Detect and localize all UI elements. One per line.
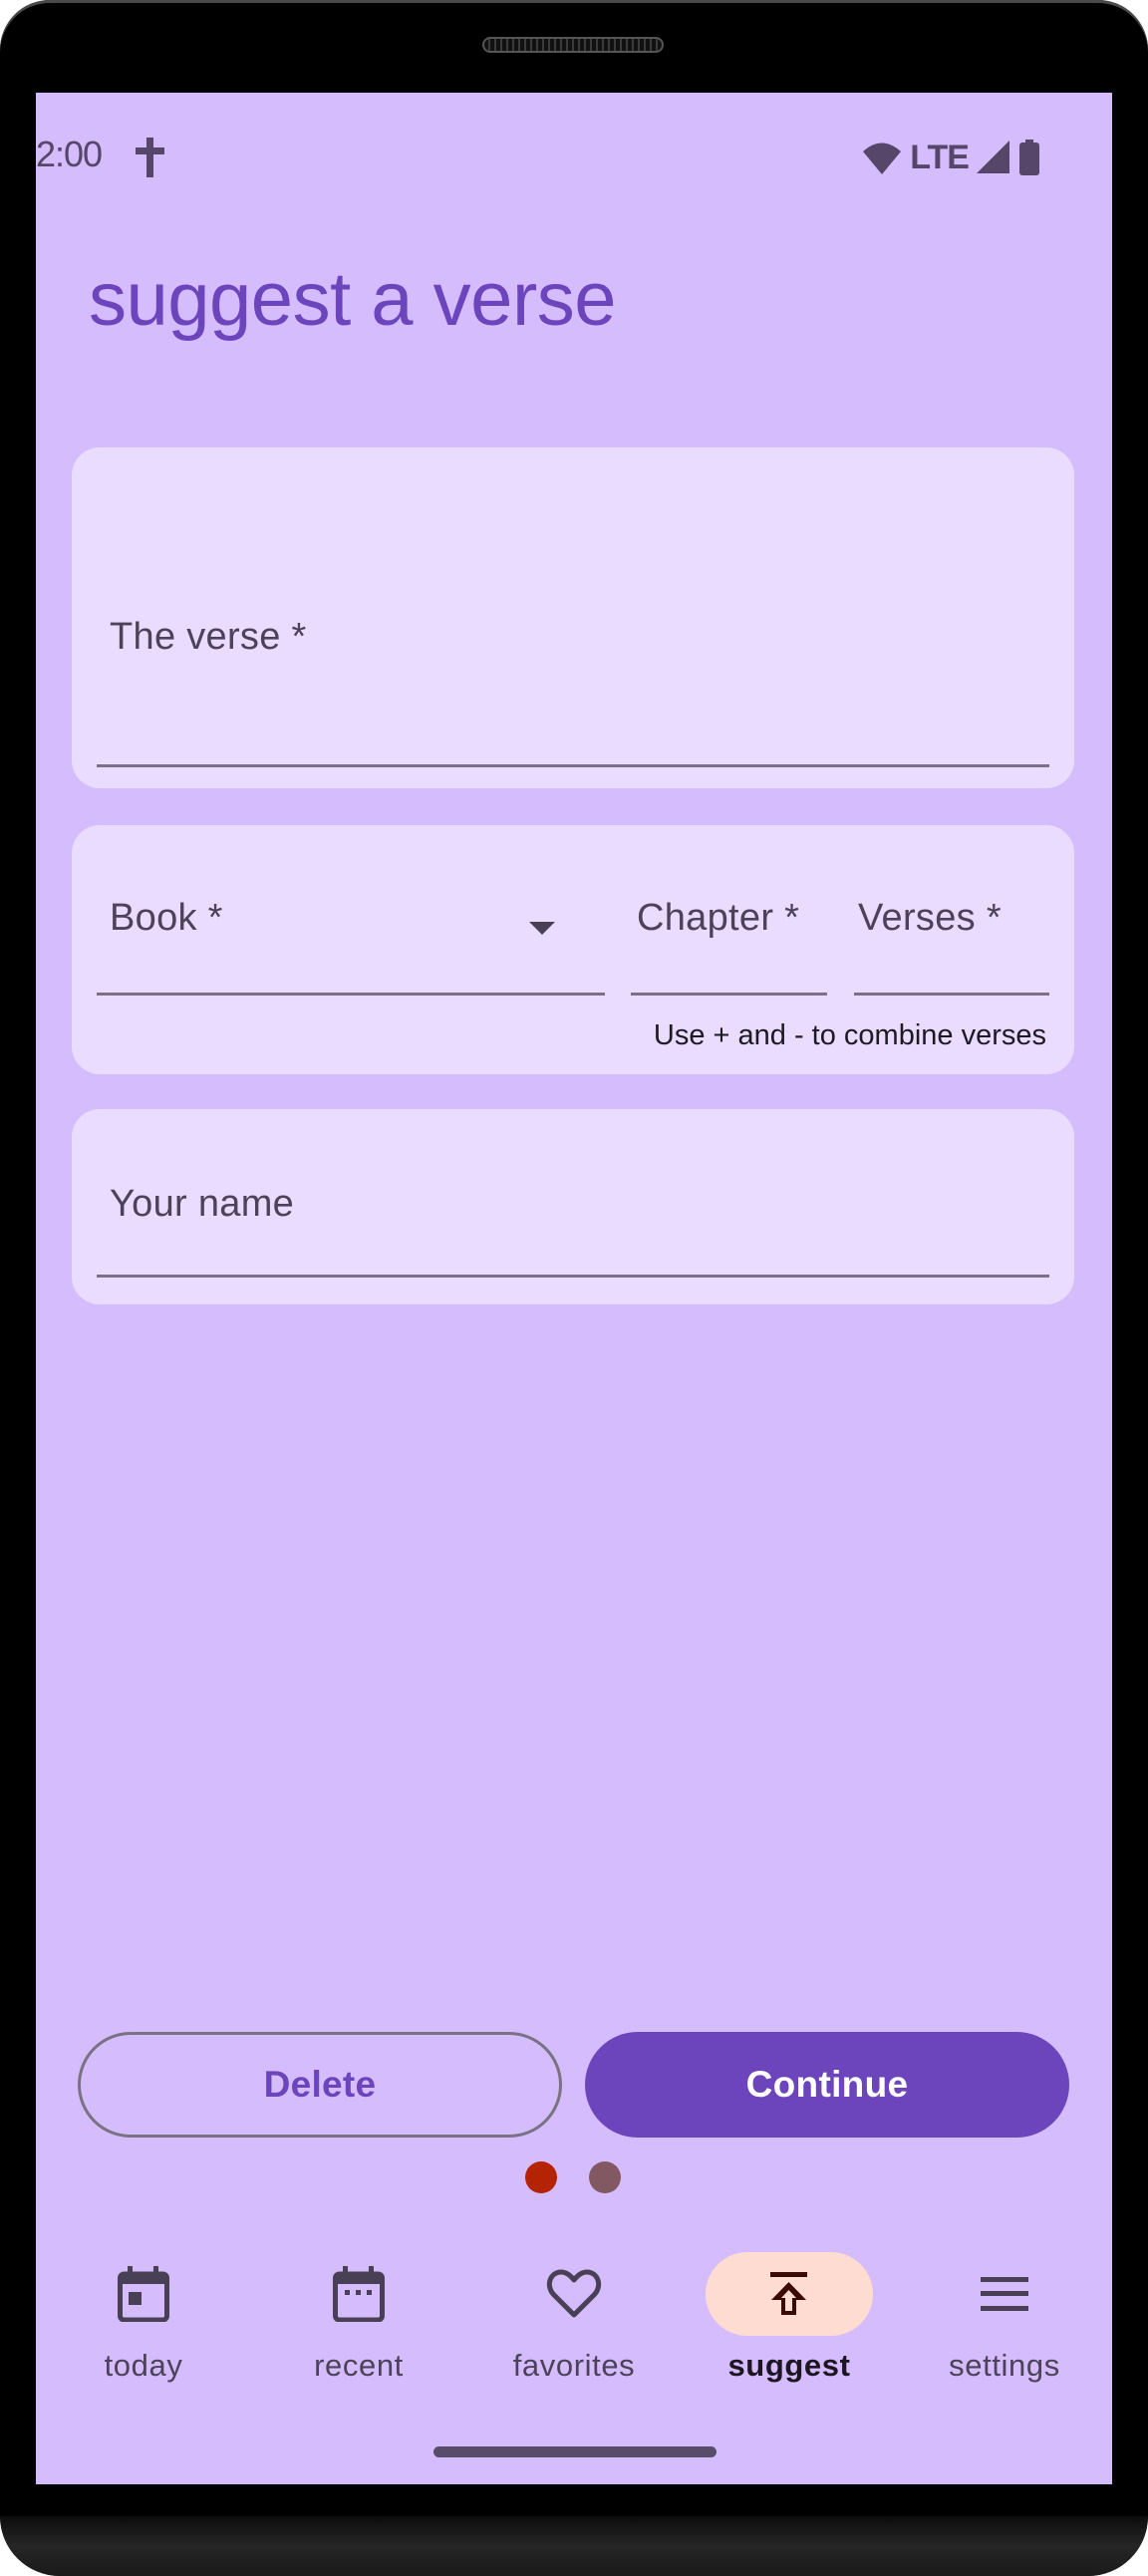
verse-input-underline <box>97 764 1049 767</box>
home-indicator[interactable] <box>433 2446 717 2457</box>
nav-active-indicator <box>706 2252 873 2336</box>
bottom-navigation: today recent favorites suggest settings <box>36 2235 1112 2415</box>
calendar-recent-icon <box>333 2266 385 2322</box>
page-title: suggest a verse <box>89 257 617 342</box>
verses-input[interactable]: Verses * <box>854 825 1049 996</box>
page-indicator-dot[interactable] <box>589 2161 621 2193</box>
speaker-grille <box>482 37 664 53</box>
cross-icon <box>136 138 164 177</box>
verse-card: The verse * <box>72 447 1074 788</box>
book-dropdown-underline <box>97 993 605 996</box>
chapter-input-underline <box>631 993 827 996</box>
dropdown-arrow-icon <box>529 922 555 935</box>
heart-icon <box>546 2269 602 2318</box>
verses-input-underline <box>854 993 1049 996</box>
battery-icon <box>1019 140 1039 175</box>
book-dropdown-label: Book * <box>110 897 223 939</box>
reference-card: Book * Chapter * Verses * Use + and - to… <box>72 825 1074 1074</box>
chapter-input[interactable]: Chapter * <box>631 825 827 996</box>
continue-button[interactable]: Continue <box>585 2032 1069 2138</box>
name-input-label: Your name <box>110 1183 295 1225</box>
status-icons: LTE <box>862 138 1040 177</box>
status-bar: 2:00 LTE <box>36 93 1112 177</box>
nav-label-suggest: suggest <box>727 2348 851 2383</box>
name-input[interactable]: Your name <box>97 1109 1049 1288</box>
delete-button[interactable]: Delete <box>78 2032 562 2138</box>
calendar-today-icon <box>118 2266 169 2322</box>
verse-input-label: The verse * <box>110 616 307 658</box>
menu-icon <box>981 2277 1028 2311</box>
screen: 2:00 LTE suggest a verse The verse * Boo… <box>36 93 1112 2484</box>
name-card: Your name <box>72 1109 1074 1304</box>
nav-label-settings: settings <box>949 2348 1060 2383</box>
name-input-underline <box>97 1275 1049 1278</box>
device-chin <box>0 2516 1148 2576</box>
signal-icon <box>977 141 1009 173</box>
nav-item-recent[interactable]: recent <box>251 2235 466 2405</box>
nav-label-recent: recent <box>314 2348 404 2383</box>
wifi-icon <box>863 143 902 174</box>
device-frame: 2:00 LTE suggest a verse The verse * Boo… <box>0 0 1148 2576</box>
chapter-input-label: Chapter * <box>637 897 800 939</box>
upload-icon <box>770 2272 807 2315</box>
nav-label-favorites: favorites <box>512 2348 636 2383</box>
nav-item-today[interactable]: today <box>36 2235 251 2405</box>
status-time: 2:00 <box>36 134 103 174</box>
verse-input[interactable]: The verse * <box>97 447 1049 768</box>
nav-label-today: today <box>104 2348 183 2383</box>
verses-input-label: Verses * <box>858 897 1002 939</box>
network-type: LTE <box>910 139 970 176</box>
nav-item-suggest[interactable]: suggest <box>682 2235 897 2405</box>
book-dropdown[interactable]: Book * <box>97 825 605 996</box>
verses-helper-text: Use + and - to combine verses <box>653 1019 1046 1051</box>
page-indicator-dot-active[interactable] <box>525 2161 557 2193</box>
nav-item-settings[interactable]: settings <box>897 2235 1112 2405</box>
nav-item-favorites[interactable]: favorites <box>466 2235 682 2405</box>
